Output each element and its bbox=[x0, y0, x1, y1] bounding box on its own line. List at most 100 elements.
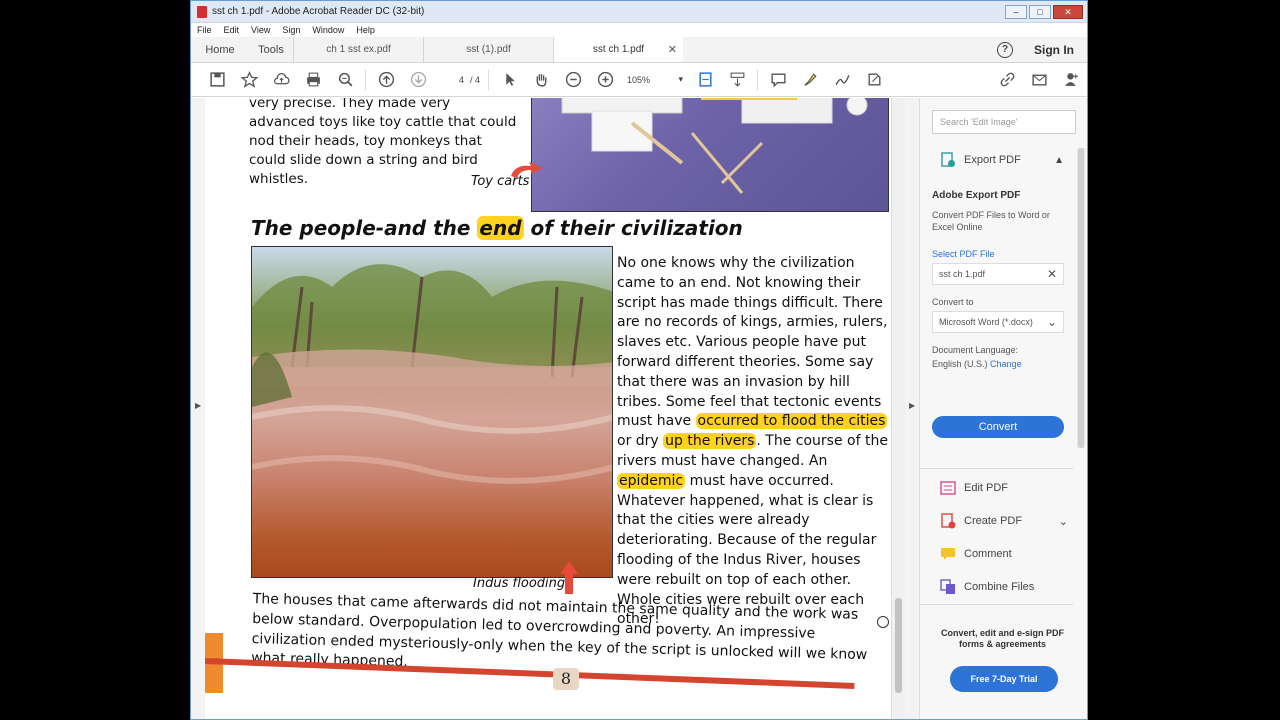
tools-scroll-thumb[interactable] bbox=[1078, 148, 1084, 448]
export-description: Convert PDF Files to Word or Excel Onlin… bbox=[932, 210, 1050, 232]
scrollbar-thumb[interactable] bbox=[895, 598, 902, 693]
convert-format-select[interactable]: Microsoft Word (*.docx) ⌄ bbox=[932, 311, 1064, 333]
scroll-mode-icon[interactable] bbox=[721, 66, 753, 94]
tab-home[interactable]: Home bbox=[191, 37, 249, 62]
minimize-button[interactable]: – bbox=[1005, 4, 1027, 19]
doc-tab-label: ch 1 sst ex.pdf bbox=[326, 44, 391, 55]
menu-window[interactable]: Window bbox=[312, 25, 344, 35]
divider bbox=[920, 604, 1073, 605]
left-panel-toggle[interactable]: ▶ bbox=[191, 98, 205, 719]
help-icon: ? bbox=[997, 41, 1013, 58]
section-heading: The people-and the end of their civiliza… bbox=[251, 216, 743, 240]
tools-pane-scrollbar[interactable] bbox=[1077, 148, 1085, 448]
main-toolbar: 4 / 4 105% ▾ bbox=[191, 63, 1087, 97]
right-panel-toggle[interactable]: ▶ bbox=[905, 98, 919, 719]
email-icon[interactable] bbox=[1023, 66, 1055, 94]
page-fit-icon[interactable] bbox=[689, 66, 721, 94]
doc-tab-sst-ch1[interactable]: sst ch 1.pdf ✕ bbox=[553, 37, 683, 62]
add-user-icon[interactable] bbox=[1055, 66, 1087, 94]
window-title: sst ch 1.pdf - Adobe Acrobat Reader DC (… bbox=[212, 6, 425, 17]
save-icon[interactable] bbox=[201, 66, 233, 94]
chevron-down-icon[interactable]: ⌄ bbox=[1059, 515, 1068, 528]
zoom-in-icon[interactable] bbox=[589, 66, 621, 94]
body-paragraph: No one knows why the civilization came t… bbox=[617, 254, 897, 630]
help-button[interactable]: ? bbox=[989, 37, 1021, 62]
share-link-icon[interactable] bbox=[991, 66, 1023, 94]
page-number-badge: 8 bbox=[553, 668, 579, 690]
caption-arrow-icon bbox=[511, 162, 543, 178]
heading-post: of their civilization bbox=[523, 216, 743, 240]
tools-search-input[interactable]: Search 'Edit Image' bbox=[932, 110, 1076, 134]
divider bbox=[920, 468, 1073, 469]
close-window-button[interactable]: ✕ bbox=[1053, 4, 1083, 19]
zoom-search-icon[interactable] bbox=[329, 66, 361, 94]
print-icon[interactable] bbox=[297, 66, 329, 94]
selected-file-field[interactable]: sst ch 1.pdf ✕ bbox=[932, 263, 1064, 285]
zoom-dropdown[interactable]: 105% ▾ bbox=[627, 74, 683, 85]
menu-bar: File Edit View Sign Window Help bbox=[191, 23, 1087, 37]
tool-label: Create PDF bbox=[964, 515, 1023, 527]
export-pdf-header[interactable]: Export PDF ▲ bbox=[940, 152, 1064, 168]
menu-edit[interactable]: Edit bbox=[224, 25, 240, 35]
convert-to-label: Convert to bbox=[932, 297, 974, 307]
combine-files-icon bbox=[940, 579, 955, 594]
fill-sign-icon[interactable] bbox=[858, 66, 890, 94]
body-text-1: No one knows why the civilization came t… bbox=[617, 255, 888, 430]
promo-text: Convert, edit and e-sign PDF forms & agr… bbox=[940, 628, 1064, 649]
close-tab-icon[interactable]: ✕ bbox=[668, 43, 677, 56]
selected-file-name: sst ch 1.pdf bbox=[939, 269, 986, 279]
export-pdf-label: Export PDF bbox=[964, 154, 1021, 166]
tool-label: Edit PDF bbox=[964, 482, 1009, 494]
select-cursor-icon[interactable] bbox=[493, 66, 525, 94]
select-file-label: Select PDF File bbox=[932, 249, 995, 259]
page-down-icon[interactable] bbox=[402, 66, 434, 94]
body-text-2: or dry bbox=[617, 433, 664, 450]
convert-format-value: Microsoft Word (*.docx) bbox=[939, 317, 1033, 327]
toy-carts-photo bbox=[531, 98, 889, 212]
convert-button[interactable]: Convert bbox=[932, 416, 1064, 438]
doc-language-label: Document Language: bbox=[932, 345, 1019, 355]
heading-highlight: end bbox=[477, 216, 524, 240]
sign-in-button[interactable]: Sign In bbox=[1021, 37, 1087, 62]
document-scrollbar[interactable] bbox=[891, 98, 905, 719]
doc-tab-sst-1[interactable]: sst (1).pdf bbox=[423, 37, 553, 62]
tab-tools[interactable]: Tools bbox=[249, 37, 293, 62]
menu-sign[interactable]: Sign bbox=[282, 25, 300, 35]
annotation-marker[interactable] bbox=[877, 616, 889, 628]
change-language-link[interactable]: Change bbox=[990, 359, 1022, 369]
page-up-icon[interactable] bbox=[370, 66, 402, 94]
hand-tool-icon[interactable] bbox=[525, 66, 557, 94]
export-title: Adobe Export PDF bbox=[932, 190, 1021, 201]
tools-pane: Search 'Edit Image' Export PDF ▲ Adobe E… bbox=[919, 98, 1087, 719]
doc-tab-ch1-sst-ex[interactable]: ch 1 sst ex.pdf bbox=[293, 37, 423, 62]
pdf-page: very precise. They made very advanced to… bbox=[205, 98, 905, 719]
menu-help[interactable]: Help bbox=[356, 25, 375, 35]
indus-flooding-caption: Indus flooding bbox=[473, 576, 566, 591]
export-pdf-icon bbox=[941, 152, 955, 167]
doc-language-value: English (U.S.) bbox=[932, 359, 988, 369]
menu-file[interactable]: File bbox=[197, 25, 212, 35]
tool-combine-files[interactable]: Combine Files bbox=[940, 579, 1034, 595]
free-trial-button[interactable]: Free 7-Day Trial bbox=[950, 666, 1058, 692]
maximize-button[interactable]: □ bbox=[1029, 4, 1051, 19]
highlight-rivers: up the rivers bbox=[663, 433, 757, 450]
draw-sign-icon[interactable] bbox=[826, 66, 858, 94]
heading-pre: The people-and the bbox=[251, 216, 478, 240]
highlighter-icon[interactable] bbox=[794, 66, 826, 94]
title-bar: sst ch 1.pdf - Adobe Acrobat Reader DC (… bbox=[191, 1, 1087, 23]
indus-flooding-photo bbox=[251, 246, 613, 578]
tool-create-pdf[interactable]: Create PDF ⌄ bbox=[940, 513, 1068, 529]
doc-language-row: English (U.S.) Change bbox=[932, 359, 1072, 369]
comment-icon[interactable] bbox=[762, 66, 794, 94]
document-viewport: ▶ very precise. They made very advanced … bbox=[191, 98, 1087, 719]
page-number-input[interactable]: 4 bbox=[438, 75, 464, 85]
clear-file-icon[interactable]: ✕ bbox=[1047, 264, 1057, 284]
bookmark-star-icon[interactable] bbox=[233, 66, 265, 94]
zoom-out-icon[interactable] bbox=[557, 66, 589, 94]
upload-cloud-icon[interactable] bbox=[265, 66, 297, 94]
tool-comment[interactable]: Comment bbox=[940, 546, 1012, 562]
menu-view[interactable]: View bbox=[251, 25, 270, 35]
zoom-value: 105% bbox=[627, 74, 651, 85]
tool-edit-pdf[interactable]: Edit PDF bbox=[940, 480, 1008, 496]
highlight-epidemic: epidemic bbox=[617, 472, 686, 489]
